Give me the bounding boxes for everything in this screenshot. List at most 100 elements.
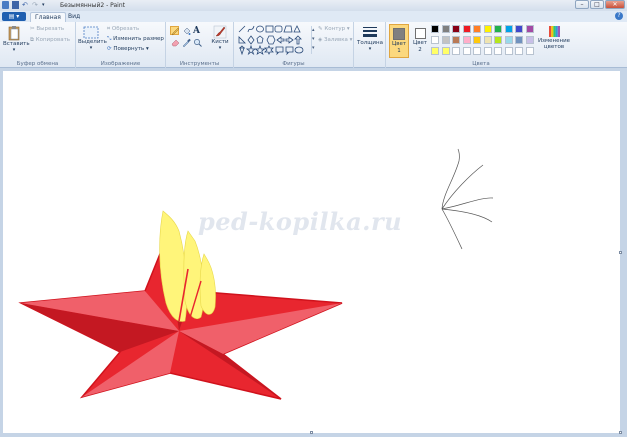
color1-button[interactable]: Цвет 1	[389, 24, 409, 58]
drawing-canvas[interactable]: ped-kopilka.ru	[3, 71, 620, 433]
help-icon[interactable]: ?	[615, 12, 623, 20]
colors-group-label: Цвета	[472, 61, 490, 67]
palette-color-swatch[interactable]	[462, 36, 471, 44]
canvas-resize-handle-right[interactable]	[619, 251, 622, 254]
clipboard-group-label: Буфер обмена	[16, 61, 59, 67]
palette-color-swatch[interactable]	[504, 36, 513, 44]
image-group-label: Изображение	[100, 61, 141, 67]
cut-button[interactable]: ✂ Вырезать	[30, 26, 64, 32]
outline-icon: ✎	[318, 26, 323, 32]
file-menu-button[interactable]: ▤ ▾	[2, 12, 26, 21]
color-palette	[431, 25, 536, 58]
palette-color-swatch[interactable]	[452, 36, 460, 44]
palette-color-swatch[interactable]	[431, 36, 439, 44]
palette-color-swatch[interactable]	[452, 47, 460, 55]
drawing	[18, 148, 494, 400]
palette-color-swatch[interactable]	[431, 25, 439, 33]
palette-color-swatch[interactable]	[504, 47, 513, 55]
paste-icon	[8, 26, 20, 41]
polygon-shape-icon	[283, 25, 293, 33]
title-bar: ↶ ↷ ▾ Безымянный2 - Paint – □ ✕	[0, 0, 627, 11]
oval-shape-icon	[256, 25, 264, 33]
quick-access-toolbar: ↶ ↷ ▾	[2, 1, 49, 9]
paste-button[interactable]: Вставить ▾	[3, 25, 30, 53]
outline-button[interactable]: ✎ Контур ▾	[318, 26, 350, 32]
close-button[interactable]: ✕	[605, 0, 625, 9]
palette-color-swatch[interactable]	[525, 47, 534, 55]
eraser-icon	[171, 39, 180, 47]
palette-color-swatch[interactable]	[473, 25, 481, 33]
save-icon[interactable]	[12, 1, 19, 9]
rotate-button[interactable]: ⟳ Повернуть ▾	[107, 46, 149, 52]
palette-color-swatch[interactable]	[462, 25, 471, 33]
color-picker-tool[interactable]	[181, 37, 191, 48]
palette-color-swatch[interactable]	[441, 47, 450, 55]
clipboard-group: Вставить ▾ ✂ Вырезать ⧉ Копировать Буфер…	[0, 22, 76, 68]
fill-button[interactable]: ◈ Заливка ▾	[318, 37, 352, 43]
right-triangle-shape-icon	[238, 36, 246, 44]
palette-color-swatch[interactable]	[452, 25, 460, 33]
palette-color-swatch[interactable]	[504, 25, 513, 33]
palette-color-swatch[interactable]	[515, 47, 523, 55]
color2-swatch	[414, 28, 426, 39]
maximize-button[interactable]: □	[590, 0, 604, 9]
tab-home[interactable]: Главная	[30, 12, 66, 22]
callout-oval-shape-icon	[294, 46, 304, 54]
fill-tool[interactable]	[181, 26, 191, 35]
palette-color-swatch[interactable]	[473, 36, 481, 44]
palette-color-swatch[interactable]	[431, 47, 439, 55]
palette-color-swatch[interactable]	[483, 36, 492, 44]
brushes-button[interactable]: Кисти ▾	[209, 25, 231, 51]
crop-button[interactable]: ⌗ Обрезать	[107, 26, 139, 33]
line-thickness-icon	[363, 27, 377, 37]
tab-view[interactable]: Вид	[64, 12, 84, 22]
pentagon-shape-icon	[256, 35, 264, 44]
callout-rectangle-shape-icon	[275, 46, 284, 56]
palette-color-swatch[interactable]	[494, 25, 502, 33]
eraser-tool[interactable]	[170, 37, 180, 47]
select-rectangle-icon	[83, 26, 99, 39]
palette-color-swatch[interactable]	[525, 25, 534, 33]
select-button[interactable]: Выделить ▾	[78, 26, 107, 51]
undo-icon[interactable]: ↶	[22, 1, 29, 9]
color1-swatch	[393, 28, 405, 40]
minimize-button[interactable]: –	[575, 0, 589, 9]
shapes-group-label: Фигуры	[282, 61, 305, 67]
palette-color-swatch[interactable]	[462, 47, 471, 55]
resize-button[interactable]: ⤡ Изменить размер	[107, 36, 164, 43]
copy-button[interactable]: ⧉ Копировать	[30, 37, 70, 44]
image-group: Выделить ▾ ⌗ Обрезать ⤡ Изменить размер …	[76, 22, 166, 68]
palette-color-swatch[interactable]	[515, 36, 523, 44]
canvas-resize-handle-bottom[interactable]	[310, 431, 313, 434]
magnifier-tool[interactable]	[192, 37, 202, 47]
size-button[interactable]: Толщина ▾	[356, 26, 384, 52]
paint-app-icon[interactable]	[2, 1, 9, 9]
text-tool[interactable]: A	[192, 26, 201, 36]
tools-group-label: Инструменты	[179, 61, 220, 67]
triangle-shape-icon	[293, 25, 301, 33]
palette-color-swatch[interactable]	[525, 36, 534, 44]
palette-color-swatch[interactable]	[483, 25, 492, 33]
shapes-scroll[interactable]: ▴ ▾ ▾	[311, 26, 316, 54]
color2-button[interactable]: Цвет 2	[411, 24, 429, 58]
up-arrow-shape-icon	[294, 35, 302, 45]
canvas-resize-handle-corner[interactable]	[619, 431, 622, 434]
branch-sketch	[441, 148, 494, 250]
paint-bucket-icon	[183, 27, 191, 35]
palette-color-swatch[interactable]	[494, 47, 502, 55]
shapes-group: ▴ ▾ ▾ ✎ Контур ▾ ◈ Заливка ▾ Фигуры	[234, 22, 354, 68]
pencil-tool[interactable]	[170, 26, 180, 36]
palette-color-swatch[interactable]	[494, 36, 502, 44]
edit-colors-button[interactable]: Изменение цветов	[536, 25, 572, 50]
palette-color-swatch[interactable]	[473, 47, 481, 55]
shapes-gallery[interactable]	[237, 25, 311, 57]
qat-dropdown-icon[interactable]: ▾	[42, 1, 49, 9]
palette-color-swatch[interactable]	[441, 36, 450, 44]
palette-color-swatch[interactable]	[441, 25, 450, 33]
scissors-icon: ✂	[30, 26, 35, 32]
brush-icon	[213, 25, 227, 39]
magnifier-icon	[194, 39, 202, 47]
redo-icon[interactable]: ↷	[32, 1, 39, 9]
palette-color-swatch[interactable]	[483, 47, 492, 55]
palette-color-swatch[interactable]	[515, 25, 523, 33]
